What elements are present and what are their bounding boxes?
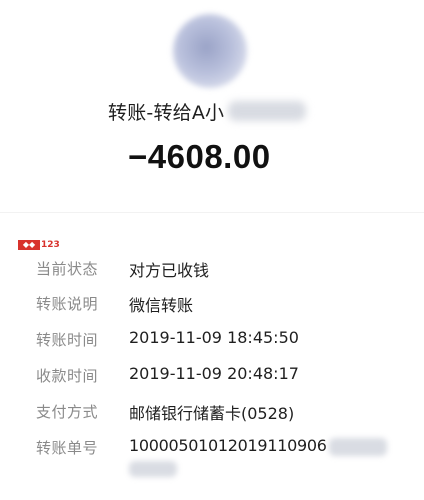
redacted-transaction-id-tail (328, 437, 387, 456)
detail-row-note: 转账说明 微信转账 (0, 287, 424, 321)
watermark-logo: ◆◆ (18, 240, 40, 250)
avatar (173, 14, 247, 88)
detail-row-transaction-id: 转账单号 10000501012019110906 (0, 431, 424, 491)
detail-value-note: 微信转账 (129, 296, 194, 315)
transaction-id-text: 10000501012019110906 (129, 436, 327, 455)
detail-label-status: 当前状态 (36, 260, 99, 278)
detail-label-note: 转账说明 (36, 295, 99, 313)
detail-label-payment-method: 支付方式 (36, 403, 99, 421)
divider (0, 212, 424, 213)
detail-label-transaction-id: 转账单号 (36, 439, 99, 457)
transfer-amount: −4608.00 (128, 138, 271, 175)
redacted-recipient-name (228, 101, 307, 121)
detail-label-transfer-time: 转账时间 (36, 331, 99, 349)
watermark: ◆◆ 123 (18, 240, 60, 250)
detail-value-transfer-time: 2019-11-09 18:45:50 (129, 328, 299, 347)
transfer-header: 转账-转给A小 −4608.00 (0, 0, 424, 212)
detail-row-payment-method: 支付方式 邮储银行储蓄卡(0528) (0, 395, 424, 429)
detail-label-received-time: 收款时间 (36, 367, 99, 385)
detail-value-payment-method: 邮储银行储蓄卡(0528) (129, 404, 295, 423)
detail-row-transfer-time: 转账时间 2019-11-09 18:45:50 (0, 323, 424, 357)
detail-value-status: 对方已收钱 (129, 261, 210, 280)
detail-row-status: 当前状态 对方已收钱 (0, 252, 424, 286)
detail-value-received-time: 2019-11-09 20:48:17 (129, 364, 299, 383)
redacted-transaction-id-line2 (129, 461, 177, 477)
transfer-title: 转账-转给A小 (108, 101, 225, 124)
watermark-number: 123 (41, 240, 60, 250)
transfer-title-row: 转账-转给A小 (108, 96, 307, 126)
detail-row-received-time: 收款时间 2019-11-09 20:48:17 (0, 359, 424, 393)
detail-value-transaction-id: 10000501012019110906 (129, 436, 387, 456)
